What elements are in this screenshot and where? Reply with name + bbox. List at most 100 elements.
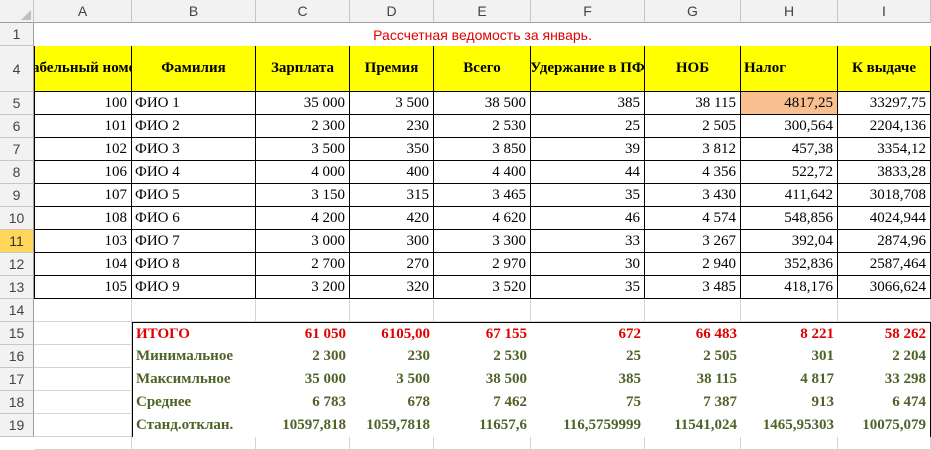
table-cell[interactable]: 3354,12	[838, 138, 931, 161]
table-cell[interactable]: 35	[531, 184, 645, 207]
table-cell[interactable]: 350	[350, 138, 434, 161]
row-header-18[interactable]: 18	[0, 391, 34, 414]
table-cell[interactable]: 4 200	[256, 207, 350, 230]
table-cell[interactable]: 2 940	[645, 253, 741, 276]
table-cell[interactable]: 3 520	[434, 276, 531, 299]
column-header-i[interactable]: I	[838, 0, 931, 23]
row-header-14[interactable]: 14	[0, 299, 34, 322]
summary-value[interactable]: 66 483	[645, 322, 741, 345]
table-cell[interactable]: 2874,96	[838, 230, 931, 253]
table-header-cell[interactable]: Зарплата	[256, 46, 350, 92]
table-cell[interactable]: 315	[350, 184, 434, 207]
table-cell[interactable]: ФИО 3	[132, 138, 256, 161]
table-cell[interactable]: 4817,25	[741, 92, 838, 115]
table-cell[interactable]: 3 430	[645, 184, 741, 207]
table-cell[interactable]: 3 300	[434, 230, 531, 253]
table-cell[interactable]: 2 530	[434, 115, 531, 138]
column-header-c[interactable]: C	[256, 0, 350, 23]
empty-cell[interactable]	[741, 437, 838, 450]
summary-value[interactable]: 1465,95303	[741, 414, 838, 437]
table-cell[interactable]: 411,642	[741, 184, 838, 207]
table-cell[interactable]: 106	[34, 161, 132, 184]
row-header-1[interactable]: 1	[0, 23, 34, 46]
table-cell[interactable]: 105	[34, 276, 132, 299]
summary-label[interactable]: Станд.отклан.	[132, 414, 256, 437]
table-cell[interactable]: 352,836	[741, 253, 838, 276]
row-header-19[interactable]: 19	[0, 414, 34, 437]
empty-cell[interactable]	[34, 391, 132, 414]
table-cell[interactable]: 3 150	[256, 184, 350, 207]
summary-value[interactable]: 58 262	[838, 322, 931, 345]
table-cell[interactable]: 418,176	[741, 276, 838, 299]
table-cell[interactable]: 35	[531, 276, 645, 299]
table-cell[interactable]: 230	[350, 115, 434, 138]
table-cell[interactable]: 2 300	[256, 115, 350, 138]
table-cell[interactable]: 4 356	[645, 161, 741, 184]
table-cell[interactable]: ФИО 5	[132, 184, 256, 207]
empty-cell[interactable]	[256, 437, 350, 450]
table-cell[interactable]: 3 485	[645, 276, 741, 299]
table-cell[interactable]: 38 115	[645, 92, 741, 115]
row-header-12[interactable]: 12	[0, 253, 34, 276]
table-cell[interactable]: ФИО 2	[132, 115, 256, 138]
empty-cell[interactable]	[645, 437, 741, 450]
summary-label[interactable]: Максимльное	[132, 368, 256, 391]
row-header-6[interactable]: 6	[0, 115, 34, 138]
row-header-5[interactable]: 5	[0, 92, 34, 115]
row-header-9[interactable]: 9	[0, 184, 34, 207]
table-cell[interactable]: 4 400	[434, 161, 531, 184]
empty-cell[interactable]	[838, 299, 931, 322]
table-cell[interactable]: 101	[34, 115, 132, 138]
table-header-cell[interactable]: НОБ	[645, 46, 741, 92]
table-cell[interactable]: ФИО 8	[132, 253, 256, 276]
summary-value[interactable]: 38 500	[434, 368, 531, 391]
table-cell[interactable]: 270	[350, 253, 434, 276]
empty-cell[interactable]	[34, 368, 132, 391]
table-cell[interactable]: ФИО 7	[132, 230, 256, 253]
summary-value[interactable]: 61 050	[256, 322, 350, 345]
row-header-8[interactable]: 8	[0, 161, 34, 184]
table-cell[interactable]: 108	[34, 207, 132, 230]
select-all-corner[interactable]	[0, 0, 34, 23]
summary-value[interactable]: 33 298	[838, 368, 931, 391]
summary-value[interactable]: 678	[350, 391, 434, 414]
table-cell[interactable]: 33	[531, 230, 645, 253]
table-cell[interactable]: 420	[350, 207, 434, 230]
summary-value[interactable]: 2 530	[434, 345, 531, 368]
table-cell[interactable]: 2587,464	[838, 253, 931, 276]
summary-value[interactable]: 6105,00	[350, 322, 434, 345]
table-cell[interactable]: 30	[531, 253, 645, 276]
table-cell[interactable]: 320	[350, 276, 434, 299]
row-header-13[interactable]: 13	[0, 276, 34, 299]
table-cell[interactable]: 300,564	[741, 115, 838, 138]
summary-value[interactable]: 2 300	[256, 345, 350, 368]
sheet-title[interactable]: Рассчетная ведомость за январь.	[34, 23, 931, 46]
row-header-4[interactable]: 4	[0, 46, 34, 92]
empty-cell[interactable]	[34, 437, 132, 450]
column-header-d[interactable]: D	[350, 0, 434, 23]
table-header-cell[interactable]: Всего	[434, 46, 531, 92]
empty-cell[interactable]	[256, 299, 350, 322]
summary-value[interactable]: 913	[741, 391, 838, 414]
summary-value[interactable]: 11657,6	[434, 414, 531, 437]
summary-value[interactable]: 230	[350, 345, 434, 368]
table-cell[interactable]: 3 465	[434, 184, 531, 207]
table-cell[interactable]: 3 200	[256, 276, 350, 299]
summary-value[interactable]: 4 817	[741, 368, 838, 391]
table-cell[interactable]: 104	[34, 253, 132, 276]
column-header-b[interactable]: B	[132, 0, 256, 23]
table-cell[interactable]: ФИО 4	[132, 161, 256, 184]
table-header-cell[interactable]: К выдаче	[838, 46, 931, 92]
table-cell[interactable]: 25	[531, 115, 645, 138]
table-cell[interactable]: 392,04	[741, 230, 838, 253]
summary-value[interactable]: 10075,079	[838, 414, 931, 437]
summary-value[interactable]: 7 462	[434, 391, 531, 414]
summary-value[interactable]: 7 387	[645, 391, 741, 414]
summary-value[interactable]: 385	[531, 368, 645, 391]
table-cell[interactable]: 3 500	[350, 92, 434, 115]
empty-cell[interactable]	[531, 437, 645, 450]
table-cell[interactable]: 33297,75	[838, 92, 931, 115]
column-header-f[interactable]: F	[531, 0, 645, 23]
summary-value[interactable]: 35 000	[256, 368, 350, 391]
empty-cell[interactable]	[34, 299, 132, 322]
